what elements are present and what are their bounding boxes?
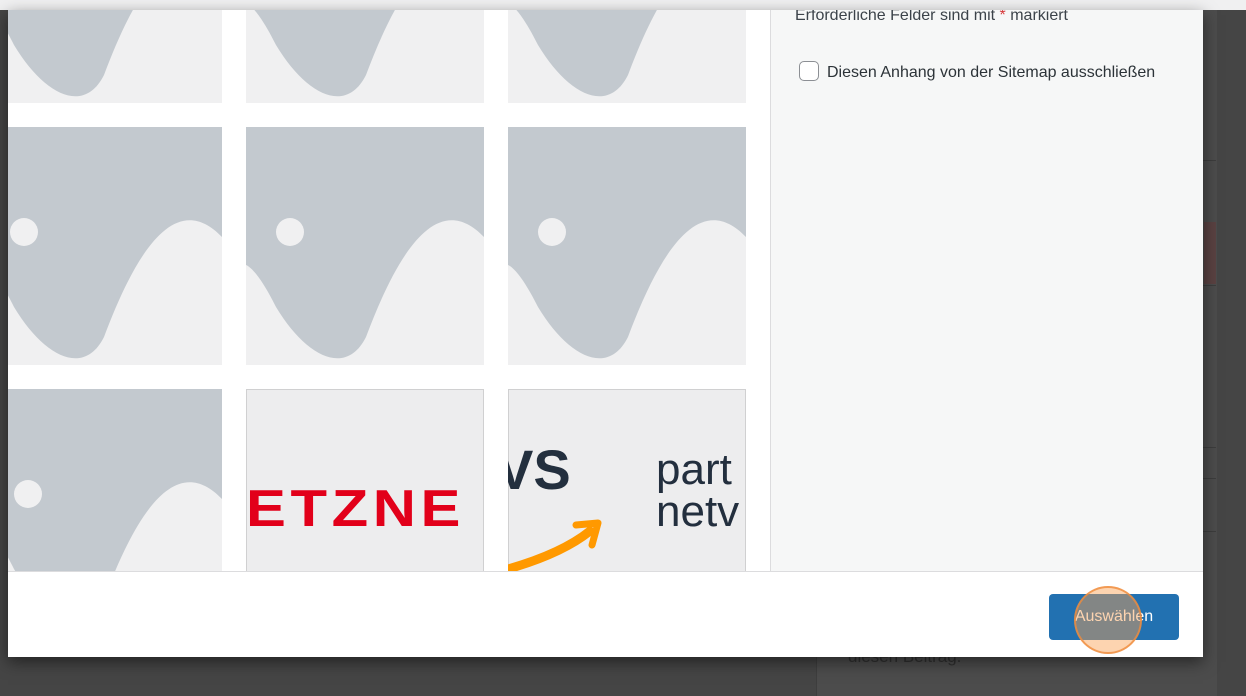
- media-modal: ETZNE VS part netv Erforderliche Felder …: [8, 10, 1203, 657]
- hetzner-logo-text: ETZNE: [246, 480, 466, 538]
- required-note-text: Erforderliche Felder sind mit: [795, 10, 996, 24]
- attachment-thumbnail[interactable]: [508, 127, 746, 365]
- attachment-thumbnail[interactable]: [246, 10, 484, 103]
- image-placeholder-icon: [508, 127, 746, 365]
- sitemap-exclude-label: Diesen Anhang von der Sitemap ausschließ…: [827, 64, 1156, 81]
- aws-logo-text: VS: [508, 438, 571, 501]
- image-placeholder-icon: [8, 127, 222, 365]
- image-placeholder-icon: [246, 10, 484, 103]
- image-placeholder-icon: [508, 10, 746, 103]
- required-note-suffix: markiert: [1010, 10, 1068, 24]
- top-strip: [0, 0, 1246, 10]
- select-button[interactable]: Auswählen: [1049, 594, 1179, 640]
- attachment-thumbnail[interactable]: [508, 10, 746, 103]
- sitemap-exclude-option[interactable]: Diesen Anhang von der Sitemap ausschließ…: [799, 58, 1159, 87]
- image-placeholder-icon: [8, 10, 222, 103]
- image-placeholder-icon: [8, 389, 222, 571]
- aws-partner-text: part netv: [656, 445, 740, 536]
- attachment-thumbnail[interactable]: [246, 127, 484, 365]
- required-fields-note: Erforderliche Felder sind mit * markiert: [795, 10, 1068, 25]
- attachments-grid: ETZNE VS part netv: [8, 10, 770, 571]
- attachment-details-sidebar: Erforderliche Felder sind mit * markiert…: [770, 10, 1203, 571]
- editor-notice-strip: [1204, 222, 1216, 284]
- media-toolbar: Auswählen: [8, 571, 1203, 657]
- aws-partner-line-2: netv: [656, 487, 740, 536]
- image-placeholder-icon: [246, 127, 484, 365]
- aws-partner-line-1: part: [656, 445, 732, 494]
- attachment-thumbnail[interactable]: [8, 127, 222, 365]
- attachment-thumbnail[interactable]: [8, 10, 222, 103]
- attachment-thumbnail-hetzner[interactable]: ETZNE: [246, 389, 484, 571]
- attachment-thumbnail[interactable]: [8, 389, 222, 571]
- aws-smile-icon: [508, 519, 602, 571]
- attachment-thumbnail-aws-partner[interactable]: VS part netv: [508, 389, 746, 571]
- required-star: *: [999, 10, 1006, 24]
- sitemap-exclude-checkbox[interactable]: [799, 61, 819, 81]
